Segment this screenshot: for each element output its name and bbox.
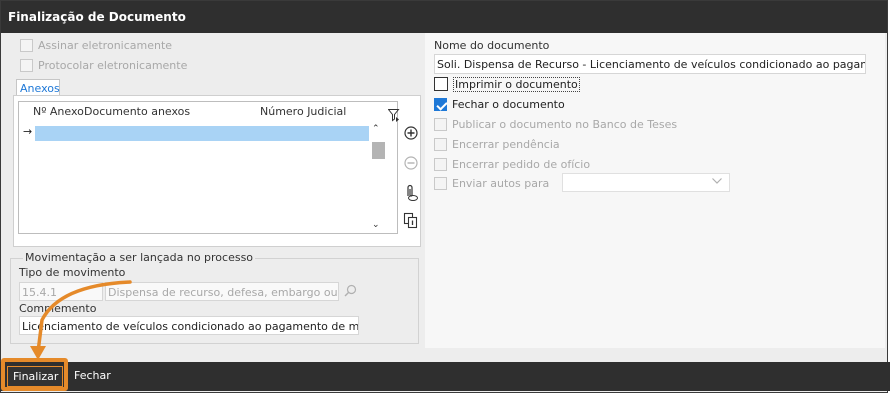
sign-electronically-label: Assinar eletronicamente [38,38,173,52]
complement-label: Complemento [19,302,97,315]
attach-icon[interactable] [402,184,420,206]
publish-theses-label: Publicar o documento no Banco de Teses [452,117,678,131]
close-pending-checkbox[interactable] [434,137,447,151]
attachments-grid: Nº Anexo Documento anexos Número Judicia… [18,101,400,234]
publish-theses-checkbox[interactable] [434,117,447,131]
chevron-down-icon[interactable] [711,175,723,190]
send-records-label: Enviar autos para [452,176,550,190]
close-document-checkbox[interactable] [434,97,447,111]
send-records-dropdown[interactable] [562,173,730,192]
filter-icon[interactable] [387,109,400,125]
grid-scrollbar[interactable]: ⌃ ⌄ [370,124,385,233]
col-header-judicial[interactable]: Número Judicial [260,105,346,118]
print-document-checkbox[interactable] [434,77,448,91]
remove-icon[interactable] [402,156,420,174]
table-row[interactable] [35,126,369,141]
scrollbar-thumb[interactable] [372,142,385,159]
protocol-electronically-label: Protocolar eletronicamente [38,58,188,72]
document-name-label: Nome do documento [434,39,550,52]
movement-group-title: Movimentação a ser lançada no processo [23,251,256,264]
movement-type-label: Tipo de movimento [19,266,126,279]
attachments-panel: Nº Anexo Documento anexos Número Judicia… [13,95,421,247]
close-button[interactable]: Fechar [74,369,111,382]
copy-icon[interactable] [402,212,420,234]
close-office-request-label: Encerrar pedido de ofício [452,157,591,171]
protocol-electronically-option[interactable]: Protocolar eletronicamente [20,57,187,73]
sign-electronically-checkbox[interactable] [20,38,33,52]
movement-type-code[interactable]: 15.4.1 [19,282,103,301]
publish-theses-option[interactable]: Publicar o documento no Banco de Teses [434,116,677,132]
send-records-option[interactable]: Enviar autos para [434,175,549,191]
print-document-label: Imprimir o documento [453,76,580,92]
bottom-toolbar [0,362,890,391]
protocol-electronically-checkbox[interactable] [20,58,33,72]
send-records-checkbox[interactable] [434,176,447,190]
close-office-request-option[interactable]: Encerrar pedido de ofício [434,156,590,172]
col-header-number[interactable]: Nº Anexo [33,105,84,118]
scroll-down-icon[interactable]: ⌄ [372,220,380,230]
window-title: Finalização de Documento [1,1,887,33]
close-document-label: Fechar o documento [452,97,565,111]
finalize-highlight [1,358,68,391]
complement-field[interactable]: Licenciamento de veículos condicionado a… [19,316,359,335]
add-icon[interactable] [402,126,420,144]
movement-type-description[interactable]: Dispensa de recurso, defesa, embargo ou … [105,282,339,301]
search-icon[interactable] [344,284,357,300]
scroll-up-icon[interactable]: ⌃ [372,124,380,134]
close-pending-label: Encerrar pendência [452,137,560,151]
print-document-option[interactable]: Imprimir o documento [434,76,580,92]
col-header-document[interactable]: Documento anexos [84,105,190,118]
close-document-option[interactable]: Fechar o documento [434,96,565,112]
tab-anexos[interactable]: Anexos [16,79,60,96]
close-pending-option[interactable]: Encerrar pendência [434,136,560,152]
close-office-request-checkbox[interactable] [434,157,447,171]
sign-electronically-option[interactable]: Assinar eletronicamente [20,37,172,53]
document-name-input[interactable]: Soli. Dispensa de Recurso - Licenciament… [434,54,866,74]
row-indicator: → [23,125,33,138]
